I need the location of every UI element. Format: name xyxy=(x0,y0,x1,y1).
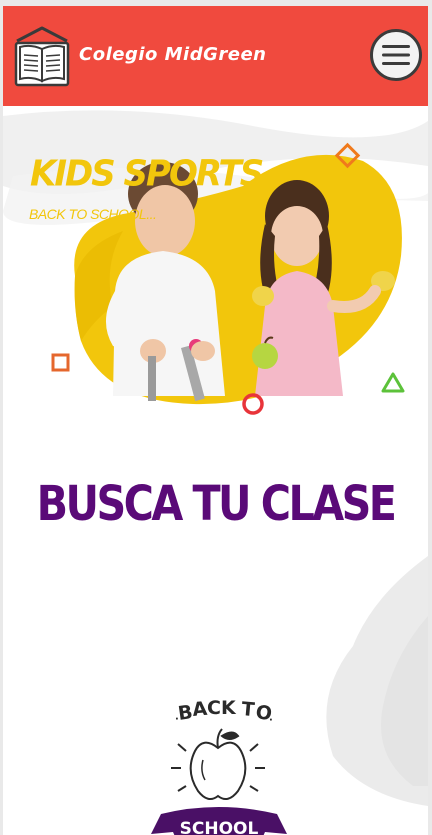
apple xyxy=(252,343,278,369)
svg-text:T: T xyxy=(241,698,256,721)
svg-text:K: K xyxy=(221,697,237,719)
hamburger-menu-icon xyxy=(382,45,410,65)
svg-text:·: · xyxy=(269,715,273,726)
orange-square-shape xyxy=(51,353,70,372)
svg-text:C: C xyxy=(207,697,221,719)
svg-text:A: A xyxy=(192,698,209,721)
badge-top-text: B A C K T O · · xyxy=(175,697,273,726)
top-header: Colegio MidGreen xyxy=(3,6,428,106)
badge-bottom-text: SCHOOL xyxy=(180,819,259,835)
apple-icon xyxy=(171,728,265,801)
open-book-icon[interactable] xyxy=(13,25,71,87)
page: Colegio MidGreen KIDS SPORTS BACK TO SCH… xyxy=(3,6,428,835)
section-headline: BUSCA TU CLASE xyxy=(36,476,397,532)
hero-title: KIDS SPORTS xyxy=(30,153,264,195)
green-triangle-shape xyxy=(381,372,405,393)
brand-name[interactable]: Colegio MidGreen xyxy=(79,44,267,65)
svg-text:·: · xyxy=(175,714,179,725)
back-to-school-badge: B A C K T O · · SCHOOL xyxy=(151,697,287,835)
menu-button[interactable] xyxy=(370,29,422,81)
hero-subtitle: BACK TO SCHOOL... xyxy=(29,206,157,222)
